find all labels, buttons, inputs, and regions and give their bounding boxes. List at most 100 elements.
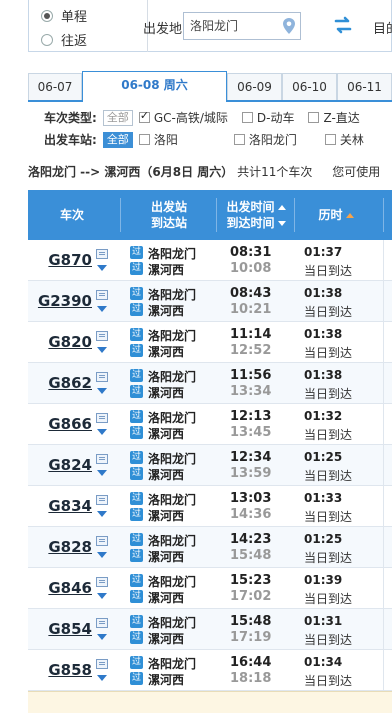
train-info-icon[interactable]	[96, 372, 108, 382]
train-number-link[interactable]: G824	[28, 445, 92, 485]
departure-time: 13:03	[230, 491, 272, 506]
station-option-longmen[interactable]: 洛阳龙门	[233, 131, 297, 148]
train-number-link[interactable]: G862	[28, 363, 92, 403]
header-separator	[216, 198, 217, 232]
pass-badge: 过	[130, 574, 143, 587]
departure-time: 08:43	[230, 286, 272, 301]
train-info-icon[interactable]	[96, 249, 108, 259]
chevron-down-icon[interactable]	[97, 470, 107, 476]
train-count: 共计11个车次	[237, 165, 313, 179]
checkbox-z[interactable]	[308, 112, 320, 123]
col-duration-header[interactable]: 历时	[298, 190, 374, 240]
from-station: 洛阳龙门	[148, 452, 197, 466]
train-number-link[interactable]: G870	[28, 240, 92, 280]
pass-badge: 过	[130, 508, 143, 521]
train-info-icon[interactable]	[96, 290, 108, 300]
train-number-link[interactable]: G828	[28, 527, 92, 567]
pass-badge: 过	[130, 410, 143, 423]
station-option-luoyang[interactable]: 洛阳	[138, 131, 178, 148]
checkbox-gc[interactable]	[138, 109, 150, 123]
chevron-down-icon[interactable]	[97, 675, 107, 681]
checkbox-d[interactable]	[241, 112, 253, 123]
chevron-down-icon[interactable]	[97, 634, 107, 640]
train-info-icon[interactable]	[96, 454, 108, 464]
arrival-day: 当日到达	[304, 469, 353, 483]
chevron-down-icon[interactable]	[97, 593, 107, 599]
table-row[interactable]: G828 过洛阳龙门过漯河西 14:23 15:48 01:25 当日到达	[28, 527, 392, 568]
train-info-icon[interactable]	[96, 577, 108, 587]
chevron-down-icon[interactable]	[97, 552, 107, 558]
train-number-link[interactable]: G858	[28, 650, 92, 690]
type-option-gc[interactable]: GC-高铁/城际	[138, 109, 228, 126]
date-tab-0610[interactable]: 06-10	[282, 73, 337, 100]
train-type-all-button[interactable]: 全部	[102, 109, 133, 126]
from-input[interactable]: 洛阳龙门	[183, 12, 301, 40]
type-option-z[interactable]: Z-直达	[308, 109, 360, 126]
train-number-link[interactable]: G834	[28, 486, 92, 526]
arrival-day: 当日到达	[304, 592, 353, 606]
table-row[interactable]: G862 过洛阳龙门过漯河西 11:56 13:34 01:38 当日到达	[28, 363, 392, 404]
chevron-down-icon[interactable]	[97, 388, 107, 394]
chevron-down-icon[interactable]	[97, 306, 107, 312]
table-row[interactable]: G834 过洛阳龙门过漯河西 13:03 14:36 01:33 当日到达	[28, 486, 392, 527]
footer-strip	[28, 691, 392, 713]
date-tab-0611[interactable]: 06-11	[337, 73, 392, 100]
chevron-down-icon[interactable]	[97, 347, 107, 353]
table-row[interactable]: G846 过洛阳龙门过漯河西 15:23 17:02 01:39 当日到达	[28, 568, 392, 609]
departure-time: 12:34	[230, 450, 272, 465]
from-station: 洛阳龙门	[148, 411, 197, 425]
table-row[interactable]: G824 过洛阳龙门过漯河西 12:34 13:59 01:25 当日到达	[28, 445, 392, 486]
station-option-guanlin[interactable]: 关林	[324, 131, 364, 148]
checkbox-luoyang[interactable]	[138, 134, 150, 145]
oneway-option[interactable]: 单程	[41, 6, 87, 25]
cell-border	[383, 445, 384, 485]
table-row[interactable]: G866 过洛阳龙门过漯河西 12:13 13:45 01:32 当日到达	[28, 404, 392, 445]
to-station: 漯河西	[148, 468, 185, 482]
train-number-link[interactable]: G854	[28, 609, 92, 649]
table-row[interactable]: G820 过洛阳龙门过漯河西 11:14 12:52 01:38 当日到达	[28, 322, 392, 363]
swap-icon[interactable]	[333, 16, 353, 34]
table-row[interactable]: G854 过洛阳龙门过漯河西 15:48 17:19 01:31 当日到达	[28, 609, 392, 650]
train-info-icon[interactable]	[96, 413, 108, 423]
checkbox-guanlin[interactable]	[324, 134, 336, 145]
to-station: 漯河西	[148, 632, 185, 646]
roundtrip-radio[interactable]	[41, 33, 53, 46]
sort-asc-icon[interactable]	[277, 205, 286, 210]
oneway-radio[interactable]	[41, 9, 53, 22]
duration: 01:39	[304, 573, 343, 587]
duration: 01:32	[304, 409, 343, 423]
train-info-icon[interactable]	[96, 618, 108, 628]
train-number-link[interactable]: G866	[28, 404, 92, 444]
to-station: 漯河西	[148, 263, 185, 277]
date-tab-0608[interactable]: 06-08 周六	[82, 71, 227, 102]
col-time-header[interactable]: 出发时间 到达时间	[220, 190, 292, 240]
type-option-d[interactable]: D-动车	[241, 109, 295, 126]
col-train-header[interactable]: 车次	[28, 190, 116, 240]
chevron-down-icon[interactable]	[97, 429, 107, 435]
train-number-link[interactable]: G2390	[28, 281, 92, 321]
duration: 01:38	[304, 327, 343, 341]
train-info-icon[interactable]	[96, 659, 108, 669]
pass-badge: 过	[130, 672, 143, 685]
sort-desc-icon[interactable]	[277, 221, 286, 226]
location-pin-icon[interactable]	[282, 17, 296, 35]
sort-asc-icon[interactable]	[345, 213, 354, 218]
date-tab-0609[interactable]: 06-09	[227, 73, 282, 100]
table-row[interactable]: G858 过洛阳龙门过漯河西 16:44 18:18 01:34 当日到达	[28, 650, 392, 691]
roundtrip-option[interactable]: 往返	[41, 30, 87, 49]
from-station: 洛阳龙门	[148, 370, 197, 384]
station-all-button[interactable]: 全部	[102, 131, 133, 148]
train-number-link[interactable]: G846	[28, 568, 92, 608]
table-row[interactable]: G2390 过洛阳龙门过漯河西 08:43 10:21 01:38 当日到达	[28, 281, 392, 322]
train-info-icon[interactable]	[96, 536, 108, 546]
type-option-d-label: D-动车	[256, 111, 295, 125]
date-tab-0607[interactable]: 06-07	[28, 73, 82, 100]
train-info-icon[interactable]	[96, 331, 108, 341]
chevron-down-icon[interactable]	[97, 511, 107, 517]
train-info-icon[interactable]	[96, 495, 108, 505]
checkbox-longmen[interactable]	[233, 134, 245, 145]
train-number-link[interactable]: G820	[28, 322, 92, 362]
chevron-down-icon[interactable]	[97, 265, 107, 271]
table-row[interactable]: G870 过洛阳龙门过漯河西 08:31 10:08 01:37 当日到达	[28, 240, 392, 281]
train-list: G870 过洛阳龙门过漯河西 08:31 10:08 01:37 当日到达 G2390 过洛阳…	[28, 240, 392, 691]
